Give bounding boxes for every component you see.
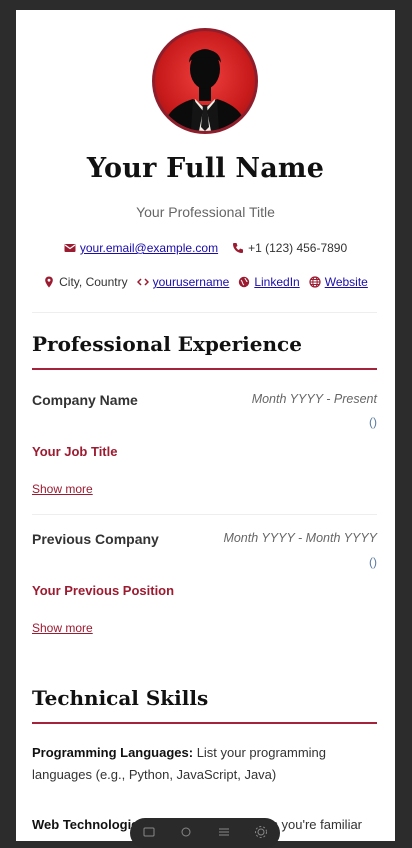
- linkedin-globe-icon: [238, 276, 250, 288]
- job-dates: Month YYYY - Present: [251, 392, 377, 406]
- code-icon: [136, 276, 149, 288]
- professional-title: Your Professional Title: [136, 204, 275, 220]
- toolbar-icon[interactable]: [217, 824, 231, 838]
- job-dates: Month YYYY - Month YYYY: [223, 531, 377, 545]
- skill-item: Programming Languages: List your program…: [32, 742, 377, 786]
- phone-icon: [232, 242, 244, 254]
- map-pin-icon: [43, 276, 55, 288]
- full-name: Your Full Name: [86, 153, 325, 184]
- job-company: Previous Company: [32, 531, 159, 547]
- github-link[interactable]: yourusername: [153, 275, 230, 289]
- job-divider: [32, 514, 377, 515]
- job-location: (): [369, 555, 377, 569]
- phone-contact: +1 (123) 456-7890: [232, 241, 347, 255]
- skills-rule: [32, 722, 377, 724]
- linkedin-contact[interactable]: LinkedIn: [238, 275, 300, 289]
- github-contact[interactable]: yourusername: [136, 275, 230, 289]
- linkedin-link[interactable]: LinkedIn: [254, 275, 299, 289]
- settings-icon[interactable]: [254, 824, 268, 838]
- job-title: Your Job Title: [32, 444, 118, 459]
- header-divider: [32, 312, 377, 313]
- skill-label: Programming Languages:: [32, 745, 194, 760]
- resume-page: Your Full Name Your Professional Title y…: [16, 10, 395, 841]
- website-contact[interactable]: Website: [309, 275, 368, 289]
- person-silhouette-icon: [155, 31, 255, 131]
- floating-toolbar[interactable]: [130, 818, 280, 848]
- toolbar-icon[interactable]: [179, 824, 193, 838]
- experience-rule: [32, 368, 377, 370]
- location-text: City, Country: [59, 275, 128, 289]
- phone-number: +1 (123) 456-7890: [248, 241, 348, 255]
- location-contact: City, Country: [43, 275, 128, 289]
- globe-icon: [309, 276, 321, 288]
- toolbar-icon[interactable]: [142, 824, 156, 838]
- experience-heading: Professional Experience: [32, 332, 302, 356]
- contact-row-secondary: City, Country yourusername LinkedIn Webs…: [16, 275, 395, 289]
- email-contact[interactable]: your.email@example.com: [64, 241, 218, 255]
- mail-icon: [64, 242, 76, 254]
- job-title: Your Previous Position: [32, 583, 175, 598]
- show-more-button[interactable]: Show more: [32, 482, 93, 496]
- job-location: (): [369, 415, 377, 429]
- skills-heading: Technical Skills: [32, 686, 209, 710]
- job-company: Company Name: [32, 392, 138, 408]
- contact-row-primary: your.email@example.com +1 (123) 456-7890: [16, 241, 395, 255]
- avatar: [152, 28, 258, 134]
- website-link[interactable]: Website: [325, 275, 368, 289]
- show-more-button[interactable]: Show more: [32, 621, 93, 635]
- email-link[interactable]: your.email@example.com: [80, 241, 218, 255]
